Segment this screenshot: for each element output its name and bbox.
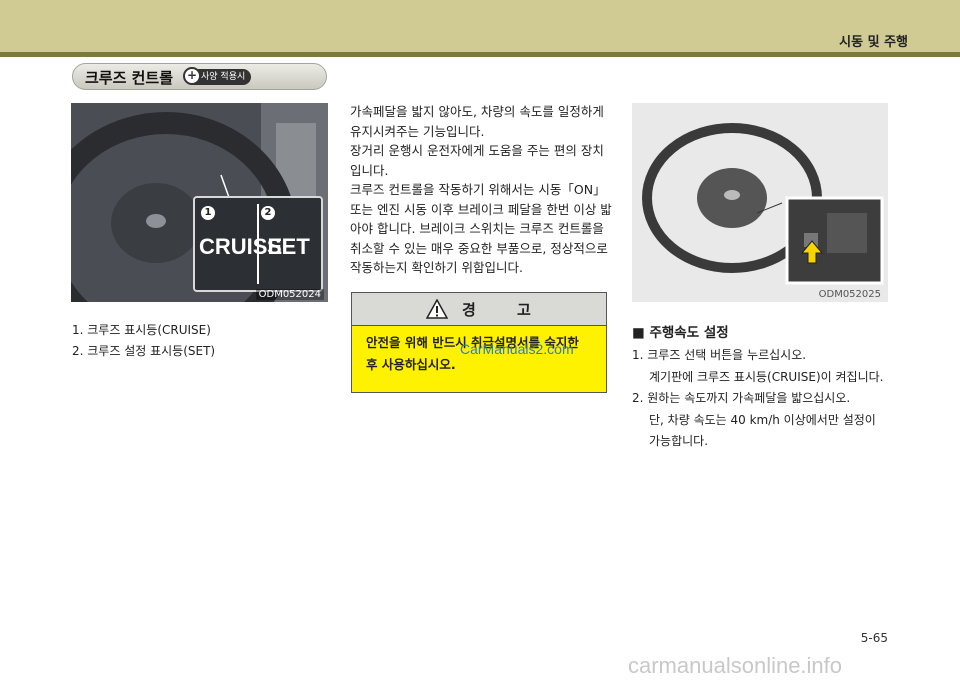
image-code: ODM052024 [255, 289, 324, 300]
paragraph: 장거리 운행시 운전자에게 도움을 주는 편의 장치입니다. [350, 143, 604, 178]
list-item: 2. 원하는 속도까지 가속페달을 밟으십시오. [632, 391, 851, 405]
panel-divider [257, 204, 259, 284]
warning-header: 경 고 [352, 293, 606, 326]
warning-line: 후 사용하십시오. [366, 357, 456, 372]
paragraph: 가속페달을 밟지 않아도, 차량의 속도를 일정하게 유지시켜주는 기능입니다. [350, 104, 604, 139]
watermark-text: CarManuals2.com [460, 341, 574, 357]
list-item: 계기판에 크루즈 표시등(CRUISE)이 켜집니다. [649, 369, 884, 384]
image-code: ODM052025 [818, 289, 881, 300]
section-label: 시동 및 주행 [839, 35, 908, 50]
number-1-badge: 1 [201, 206, 215, 220]
plus-icon: + [183, 67, 201, 85]
list-item: 1. 크루즈 표시등(CRUISE) [72, 323, 211, 337]
section-title-pill: 크루즈 컨트롤 사양 적용시 + [72, 63, 327, 90]
steering-wheel-button-illustration [642, 123, 884, 285]
list-item: 1. 크루즈 선택 버튼을 누르십시오. [632, 348, 807, 362]
footer-watermark[interactable]: carmanualsonline.info [628, 653, 842, 679]
header-rule [0, 52, 960, 57]
section-title: 크루즈 컨트롤 [85, 69, 174, 87]
steering-wheel-photo: 1 2 CRUISE SET ODM052024 [71, 103, 328, 302]
steering-wheel-photo-2: ODM052025 [632, 103, 888, 302]
warning-title: 경 고 [462, 301, 549, 319]
set-label: SET [267, 234, 310, 259]
warning-triangle-icon [426, 299, 448, 319]
list-item: 2. 크루즈 설정 표시등(SET) [72, 344, 216, 358]
left-list: 1. 크루즈 표시등(CRUISE) 2. 크루즈 설정 표시등(SET) [72, 320, 215, 362]
description-text: 가속페달을 밟지 않아도, 차량의 속도를 일정하게 유지시켜주는 기능입니다.… [350, 102, 612, 278]
warning-body: 안전을 위해 반드시 취급설명서를 숙지한 후 사용하십시오. [352, 326, 606, 392]
right-list: 1. 크루즈 선택 버튼을 누르십시오. 계기판에 크루즈 표시등(CRUISE… [632, 345, 902, 453]
page-number: 5-65 [860, 631, 888, 645]
cruise-indicator-panel: 1 2 CRUISE SET [193, 196, 323, 292]
paragraph: 크루즈 컨트롤을 작동하기 위해서는 시동「ON」 또는 엔진 시동 이후 브레… [350, 182, 612, 275]
number-2-badge: 2 [261, 206, 275, 220]
list-item: 가능합니다. [649, 434, 709, 448]
header-bar [0, 0, 960, 52]
list-item: 단, 차량 속도는 40 km/h 이상에서만 설정이 [649, 412, 876, 427]
subsection-heading: ■ 주행속도 설정 [632, 325, 729, 341]
